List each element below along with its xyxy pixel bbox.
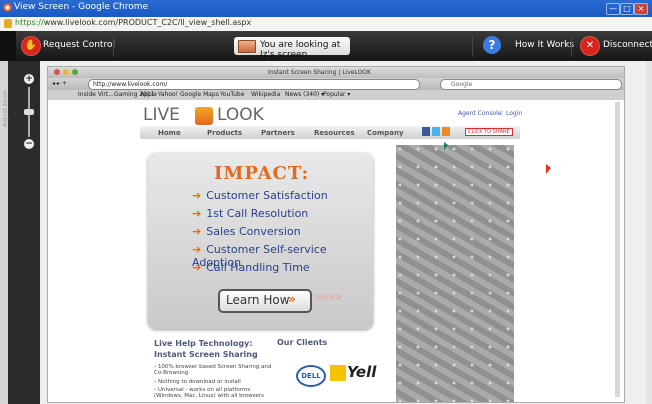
request-control-button[interactable]: Request Control	[43, 40, 115, 50]
window-titlebar: View Screen - Google Chrome — □ ×	[0, 0, 652, 17]
minimize-icon[interactable]: —	[606, 3, 620, 15]
remote-address-text: http://www.livelook.com/	[93, 81, 168, 88]
impact-item: ➔ Sales Conversion	[192, 225, 301, 238]
screen-icon	[238, 40, 256, 53]
yell-logo: Yell	[347, 363, 377, 381]
close-icon[interactable]: ×	[634, 3, 648, 15]
masked-region	[396, 145, 514, 402]
zoom-panel: Adjust zoom + −	[2, 61, 40, 404]
zoom-label: Adjust zoom	[2, 90, 9, 127]
remote-address-field: http://www.livelook.com/	[88, 79, 420, 90]
teal-cursor-icon	[444, 142, 448, 150]
help-icon[interactable]: ?	[483, 36, 501, 54]
back-forward-icon: ◂ ▸ +	[52, 80, 67, 87]
remote-window-titlebar: Instant Screen Sharing | LiveLOOK	[48, 67, 624, 78]
login-link: Login	[506, 110, 523, 117]
remote-webpage: LIVE LOOK Agent Console | Login Home Pro…	[48, 100, 624, 402]
impact-banner: IMPACT: ➔ Customer Satisfaction ➔ 1st Call…	[148, 153, 373, 329]
arrow-icon: ➔	[192, 243, 202, 256]
remote-search-placeholder: Google	[451, 81, 473, 88]
toolbar-divider	[113, 35, 114, 57]
address-bar[interactable]: https://www.livelook.com/PRODUCT_C2C/ll_…	[0, 17, 652, 32]
footer-bullet: › Nothing to download or install	[154, 379, 241, 385]
site-logo-icon	[195, 107, 213, 125]
zoom-out-button[interactable]: −	[24, 139, 34, 149]
remote-scrollbar	[615, 102, 620, 397]
zoom-in-button[interactable]: +	[24, 74, 34, 84]
bookmark-item: Popular ▾	[323, 91, 351, 98]
nav-home: Home	[158, 129, 181, 137]
bookmark-item: Apple	[140, 91, 158, 98]
viewer-toolbar: ✋ Request Control You are looking at Iz'…	[0, 31, 652, 62]
window-title: View Screen - Google Chrome	[14, 2, 149, 12]
hand-icon[interactable]: ✋	[21, 36, 41, 56]
arrow-icon: ➔	[192, 261, 202, 274]
footer-bullet: › 100% browser based Screen Sharing and …	[154, 364, 272, 376]
remote-window-title: Instant Screen Sharing | LiveLOOK	[268, 69, 371, 76]
site-logo-look: LOOK	[217, 105, 264, 125]
remote-browser-window: Instant Screen Sharing | LiveLOOK ◂ ▸ + …	[47, 66, 625, 403]
nav-partners: Partners	[261, 129, 295, 137]
double-chevron-icon: »	[288, 292, 296, 306]
nav-resources: Resources	[314, 129, 355, 137]
lock-icon	[4, 19, 12, 28]
chrome-icon	[3, 3, 12, 12]
mac-zoom-icon	[72, 69, 78, 75]
impact-item: ➔ 1st Call Resolution	[192, 207, 309, 220]
twitter-icon	[432, 127, 440, 136]
our-clients-title: Our Clients	[277, 338, 328, 347]
remote-search-field: Google	[440, 79, 622, 90]
yell-logo-icon	[330, 365, 346, 381]
bookmark-item: News (340) ▾	[285, 91, 325, 98]
learn-how-button: Learn How »	[218, 289, 312, 313]
arrow-icon: ➔	[192, 189, 202, 202]
footer-bullet: › Universal - works on all platforms (Wi…	[154, 387, 265, 399]
url-text[interactable]: https://www.livelook.com/PRODUCT_C2C/ll_…	[15, 18, 251, 27]
impact-title: IMPACT:	[214, 163, 310, 184]
mac-close-icon	[54, 69, 60, 75]
impact-item: ➔ Customer Satisfaction	[192, 189, 328, 202]
link-separator: |	[501, 110, 504, 117]
click-to-share-button: CLICK TO SHARE	[465, 128, 513, 136]
disconnect-icon[interactable]: ✕	[580, 36, 600, 56]
bookmark-item: Wikipedia	[251, 91, 281, 98]
bookmark-item: Yahoo!	[158, 91, 179, 98]
url-scheme: https://	[15, 18, 44, 27]
site-logo-live: LIVE	[143, 105, 180, 125]
rss-icon	[442, 127, 450, 136]
url-path: www.livelook.com/PRODUCT_C2C/ll_view_she…	[43, 18, 252, 27]
viewing-notice: You are looking at Iz's screen	[234, 37, 350, 60]
dell-logo: DELL	[296, 365, 326, 387]
arrow-icon: ➔	[192, 207, 202, 220]
zoom-slider-handle[interactable]	[24, 109, 34, 115]
toolbar-divider	[472, 35, 473, 57]
toolbar-edge	[0, 31, 16, 61]
fading-chevrons-icon: »»»»	[314, 290, 343, 305]
bookmark-item: YouTube	[220, 91, 245, 98]
viewing-notice-text: You are looking at Iz's screen	[260, 40, 341, 60]
how-it-works-button[interactable]: How It Works	[515, 40, 574, 50]
footer-spacer	[140, 366, 142, 396]
nav-company: Company	[367, 129, 404, 137]
mac-minimize-icon	[63, 69, 69, 75]
impact-item: ➔ Call Handling Time	[192, 261, 310, 274]
arrow-icon: ➔	[192, 225, 202, 238]
red-cursor-icon	[546, 164, 551, 174]
nav-products: Products	[207, 129, 243, 137]
footer-tech-title: Live Help Technology: Instant Screen Sha…	[154, 339, 258, 359]
agent-console-link: Agent Console	[458, 110, 502, 117]
learn-how-label: Learn How	[226, 293, 290, 307]
page-scrollbar[interactable]	[646, 61, 652, 404]
disconnect-button[interactable]: Disconnect	[603, 40, 652, 50]
toolbar-divider	[571, 35, 572, 57]
site-logo: LIVE LOOK	[143, 105, 264, 125]
bookmark-item: Google Maps	[180, 91, 219, 98]
maximize-icon[interactable]: □	[620, 3, 634, 15]
remote-navbar: ◂ ▸ + http://www.livelook.com/ Google	[48, 78, 624, 90]
facebook-icon	[422, 127, 430, 136]
